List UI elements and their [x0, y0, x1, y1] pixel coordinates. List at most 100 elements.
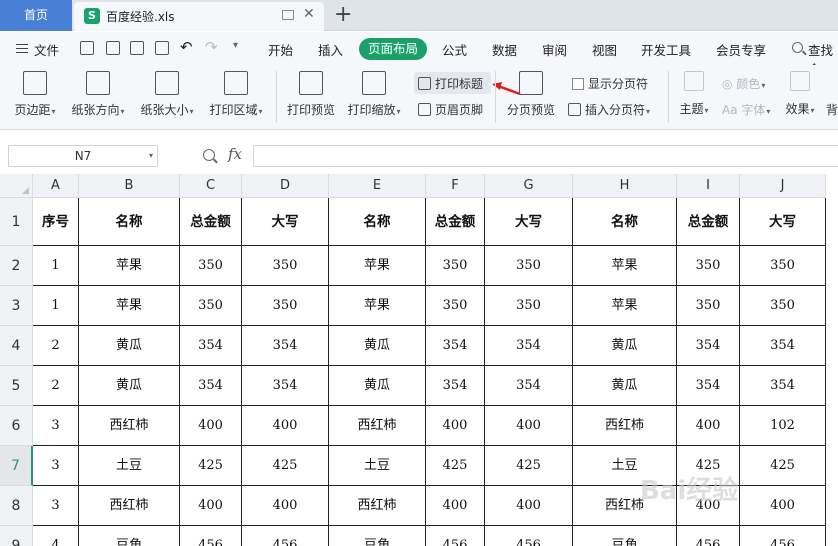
new-tab-button[interactable]: + — [334, 2, 352, 28]
table-cell[interactable]: 350 — [740, 246, 826, 286]
table-cell[interactable]: 土豆 — [329, 446, 426, 486]
row-header[interactable]: 8 — [0, 486, 33, 526]
table-cell[interactable]: 400 — [242, 406, 329, 446]
show-page-breaks-checkbox[interactable]: 显示分页符 — [572, 75, 648, 92]
name-box[interactable]: N7 ▾ — [8, 145, 158, 167]
column-header[interactable]: F — [426, 174, 485, 198]
effects-button[interactable]: 效果▾ — [782, 65, 818, 117]
table-cell[interactable]: 350 — [426, 246, 485, 286]
column-header[interactable]: J — [740, 174, 826, 198]
table-cell[interactable]: 354 — [426, 326, 485, 366]
close-icon[interactable]: ✕ — [303, 6, 315, 22]
table-cell[interactable]: 350 — [485, 246, 573, 286]
table-cell[interactable]: 西红柿 — [573, 406, 677, 446]
monitor-icon[interactable] — [282, 10, 294, 20]
table-cell[interactable]: 2 — [33, 366, 79, 406]
table-cell[interactable]: 354 — [677, 366, 740, 406]
table-cell[interactable]: 354 — [180, 326, 242, 366]
table-cell[interactable]: 西红柿 — [329, 486, 426, 526]
table-cell[interactable]: 苹果 — [573, 286, 677, 326]
column-header[interactable]: E — [329, 174, 426, 198]
table-cell[interactable]: 350 — [740, 286, 826, 326]
table-cell[interactable]: 400 — [180, 486, 242, 526]
table-cell[interactable]: 黄瓜 — [79, 366, 180, 406]
menu-tab-developer[interactable]: 开发工具 — [641, 40, 691, 59]
table-cell[interactable]: 西红柿 — [329, 406, 426, 446]
table-cell[interactable]: 400 — [485, 486, 573, 526]
tab-file[interactable]: S 百度经验.xls ✕ — [74, 2, 324, 31]
table-cell[interactable]: 3 — [33, 406, 79, 446]
table-cell[interactable]: 400 — [485, 406, 573, 446]
table-cell[interactable]: 豆角 — [573, 526, 677, 546]
table-cell[interactable]: 425 — [426, 446, 485, 486]
table-cell[interactable]: 354 — [242, 326, 329, 366]
table-cell[interactable]: 354 — [426, 366, 485, 406]
table-header-cell[interactable]: 序号 — [33, 198, 79, 246]
colors-button[interactable]: ◎ 颜色▾ — [722, 75, 765, 92]
row-header[interactable]: 1 — [0, 198, 33, 246]
table-cell[interactable]: 土豆 — [79, 446, 180, 486]
zoom-icon[interactable] — [203, 149, 215, 161]
print-icon[interactable] — [130, 41, 144, 55]
menu-tab-data[interactable]: 数据 — [492, 40, 517, 59]
table-cell[interactable]: 1 — [33, 246, 79, 286]
table-header-cell[interactable]: 总金额 — [180, 198, 242, 246]
print-scale-button[interactable]: 打印缩放▾ — [344, 65, 404, 118]
table-cell[interactable]: 350 — [180, 286, 242, 326]
column-header[interactable]: A — [33, 174, 79, 198]
tab-home[interactable]: 首页 — [0, 0, 72, 31]
table-cell[interactable]: 西红柿 — [79, 486, 180, 526]
table-cell[interactable]: 456 — [485, 526, 573, 546]
table-header-cell[interactable]: 大写 — [740, 198, 826, 246]
table-cell[interactable]: 456 — [740, 526, 826, 546]
table-cell[interactable]: 354 — [485, 366, 573, 406]
save-icon[interactable] — [80, 41, 94, 55]
table-cell[interactable]: 苹果 — [79, 246, 180, 286]
menu-tab-insert[interactable]: 插入 — [318, 40, 343, 59]
fonts-button[interactable]: Aa 字体▾ — [722, 101, 770, 118]
table-header-cell[interactable]: 大写 — [485, 198, 573, 246]
table-cell[interactable]: 354 — [740, 326, 826, 366]
table-cell[interactable]: 425 — [485, 446, 573, 486]
table-cell[interactable]: 黄瓜 — [573, 366, 677, 406]
table-cell[interactable]: 456 — [426, 526, 485, 546]
table-cell[interactable]: 354 — [485, 326, 573, 366]
formula-input[interactable] — [253, 145, 838, 167]
menu-tab-review[interactable]: 审阅 — [542, 40, 567, 59]
table-cell[interactable]: 400 — [740, 486, 826, 526]
table-cell[interactable]: 456 — [242, 526, 329, 546]
table-cell[interactable]: 350 — [242, 246, 329, 286]
row-header[interactable]: 9 — [0, 526, 33, 546]
table-cell[interactable]: 西红柿 — [79, 406, 180, 446]
menu-tab-member[interactable]: 会员专享 — [716, 40, 766, 59]
row-header[interactable]: 2 — [0, 246, 33, 286]
column-header[interactable]: B — [79, 174, 180, 198]
undo-icon[interactable]: ↶ — [180, 38, 193, 56]
print-area-button[interactable]: 打印区域▾ — [206, 65, 266, 118]
table-cell[interactable]: 354 — [242, 366, 329, 406]
column-header[interactable]: D — [242, 174, 329, 198]
print-preview-button[interactable]: 打印预览 — [284, 65, 338, 118]
table-cell[interactable]: 苹果 — [329, 246, 426, 286]
table-cell[interactable]: 黄瓜 — [329, 326, 426, 366]
table-cell[interactable]: 350 — [180, 246, 242, 286]
menu-tab-formula[interactable]: 公式 — [442, 40, 467, 59]
table-cell[interactable]: 400 — [242, 486, 329, 526]
insert-page-break-button[interactable]: 插入分页符▾ — [568, 101, 650, 118]
table-cell[interactable]: 400 — [426, 486, 485, 526]
table-cell[interactable]: 3 — [33, 486, 79, 526]
table-cell[interactable]: 456 — [180, 526, 242, 546]
orientation-button[interactable]: 纸张方向▾ — [68, 65, 128, 118]
table-header-cell[interactable]: 名称 — [79, 198, 180, 246]
column-header[interactable]: H — [573, 174, 677, 198]
table-cell[interactable]: 354 — [740, 366, 826, 406]
column-header[interactable]: G — [485, 174, 573, 198]
export-pdf-icon[interactable] — [106, 41, 120, 55]
table-cell[interactable]: 豆角 — [329, 526, 426, 546]
row-header[interactable]: 7 — [0, 446, 33, 486]
chevron-down-icon[interactable]: ▾ — [149, 146, 153, 166]
table-cell[interactable]: 354 — [677, 326, 740, 366]
select-all-corner[interactable] — [0, 174, 33, 198]
page-break-preview-button[interactable]: 分页预览 — [504, 65, 558, 118]
table-cell[interactable]: 350 — [677, 246, 740, 286]
